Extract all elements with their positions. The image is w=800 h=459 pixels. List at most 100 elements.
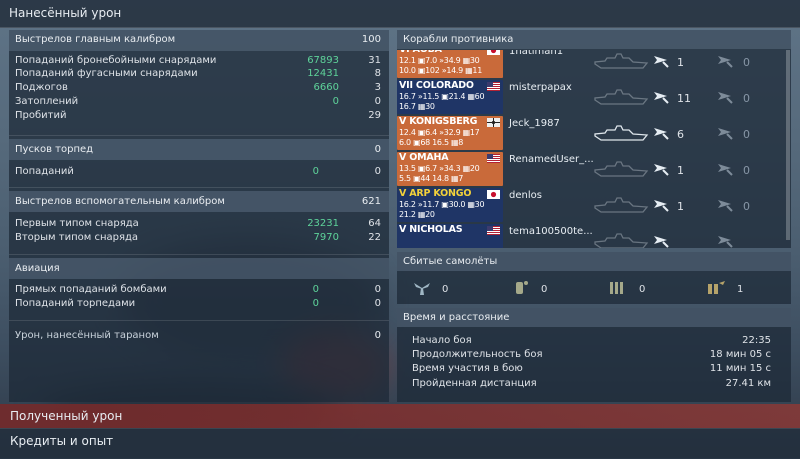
ship-tile: V KONIGSBERG 12.4 ▣6.4 »32.9 ▦17 6.0 ▣68 1… bbox=[397, 116, 503, 150]
torpedoes-total: 0 bbox=[374, 144, 381, 155]
credits-xp-tab[interactable]: Кредиты и опыт bbox=[0, 428, 800, 459]
received-damage-tab[interactable]: Полученный урон bbox=[0, 404, 800, 428]
row-count: 29 bbox=[368, 110, 381, 121]
hits-count: 1 bbox=[677, 56, 684, 69]
player-name: Jeck_1987 bbox=[509, 118, 560, 129]
ship-tile: V NICHOLAS bbox=[397, 224, 503, 248]
secondary-title: Выстрелов вспомогательным калибром bbox=[15, 196, 225, 207]
ship-stats-line: 10.0 ▣102 »14.9 ▦11 bbox=[399, 66, 483, 75]
ship-stats-line: 16.7 ▦30 bbox=[399, 102, 435, 111]
row-damage: 23231 bbox=[307, 218, 339, 229]
row-label: Затоплений bbox=[15, 96, 79, 107]
ship-stats-line: 12.4 ▣6.4 »32.9 ▦17 bbox=[399, 128, 480, 137]
torpedo-hits-count: 0 bbox=[743, 128, 750, 141]
player-name: tema100500te... bbox=[509, 226, 593, 237]
fighter-icon bbox=[412, 279, 432, 300]
player-name: 1hatiman1 bbox=[509, 50, 564, 57]
ram-title: Урон, нанесённый тараном bbox=[15, 330, 159, 341]
main-battery-title: Выстрелов главным калибром bbox=[15, 34, 176, 45]
row-damage: 6660 bbox=[313, 82, 339, 93]
enemy-ships-title: Корабли противника bbox=[403, 34, 514, 45]
time-row-value: 27.41 км bbox=[725, 378, 771, 389]
ship-name: VII COLORADO bbox=[399, 80, 474, 91]
row-count: 0 bbox=[374, 96, 381, 107]
ship-name: V OMAHA bbox=[399, 152, 449, 163]
dive-bomber-icon bbox=[607, 279, 627, 300]
row-label: Прямых попаданий бомбами bbox=[15, 284, 167, 295]
enemy-ship-row[interactable]: VI AOBA12.1 ▣7.0 »34.9 ▦3010.0 ▣102 »14.… bbox=[397, 50, 791, 80]
row-count: 0 bbox=[374, 166, 381, 177]
row-label: Пробитий bbox=[15, 110, 67, 121]
ship-name: V KONIGSBERG bbox=[399, 116, 478, 127]
row-damage: 0 bbox=[312, 284, 319, 295]
ship-list-scrollbar[interactable] bbox=[786, 50, 790, 240]
hits-count: 11 bbox=[677, 92, 691, 105]
row-count: 8 bbox=[374, 68, 381, 79]
time-distance-panel: Время и расстояние Начало боя 22:35 Прод… bbox=[397, 308, 791, 402]
enemy-ships-panel: Корабли противника VI AOBA12.1 ▣7.0 »34.… bbox=[397, 30, 791, 248]
hits-icon bbox=[651, 196, 671, 217]
hits-icon bbox=[651, 160, 671, 181]
hits-icon bbox=[651, 88, 671, 109]
torpedo-hits-icon bbox=[715, 88, 735, 109]
torpedo-hits-icon bbox=[715, 232, 735, 248]
torpedo-hits-icon bbox=[715, 196, 735, 217]
row-label: Попаданий bbox=[15, 166, 74, 177]
row-label: Попаданий торпедами bbox=[15, 298, 136, 309]
time-row-value: 11 мин 15 с bbox=[709, 363, 771, 374]
row-count: 22 bbox=[368, 232, 381, 243]
ship-silhouette-icon bbox=[593, 86, 649, 111]
page-title: Нанесённый урон bbox=[9, 6, 122, 20]
time-distance-title: Время и расстояние bbox=[403, 312, 510, 323]
torpedoes-title: Пусков торпед bbox=[15, 144, 94, 155]
divider bbox=[9, 135, 389, 136]
ship-stats-line: 12.1 ▣7.0 »34.9 ▦30 bbox=[399, 56, 480, 65]
torpedo-hits-icon bbox=[715, 52, 735, 73]
torpedo-hits-icon bbox=[715, 124, 735, 145]
time-row-label: Время участия в бою bbox=[412, 363, 523, 374]
ship-stats-line: 16.7 »11.5 ▣21.4 ▦60 bbox=[399, 92, 485, 101]
ship-name: V NICHOLAS bbox=[399, 224, 463, 235]
torpedo-hits-count: 0 bbox=[743, 92, 750, 105]
divider bbox=[9, 187, 389, 188]
hits-icon bbox=[651, 52, 671, 73]
enemy-ship-row[interactable]: V NICHOLAS tema100500te... bbox=[397, 224, 791, 248]
ship-tile: VI AOBA12.1 ▣7.0 »34.9 ▦3010.0 ▣102 »14.… bbox=[397, 50, 503, 78]
player-name: misterpapax bbox=[509, 82, 572, 93]
divider bbox=[9, 320, 389, 321]
ship-silhouette-icon bbox=[593, 158, 649, 183]
ship-tile: V OMAHA 13.5 ▣6.7 »34.3 ▦20 5.5 ▣44 14.8 ▦… bbox=[397, 152, 503, 186]
hits-icon bbox=[651, 124, 671, 145]
row-count: 3 bbox=[374, 82, 381, 93]
enemy-ship-row[interactable]: V ARP KONGO 16.2 »11.7 ▣30.0 ▦30 21.2 ▦20… bbox=[397, 188, 791, 224]
damage-dealt-header[interactable]: Нанесённый урон bbox=[0, 0, 800, 28]
time-row-value: 22:35 bbox=[742, 335, 771, 346]
enemy-ship-row[interactable]: V KONIGSBERG 12.4 ▣6.4 »32.9 ▦17 6.0 ▣68 1… bbox=[397, 116, 791, 152]
enemy-ship-row[interactable]: V OMAHA 13.5 ▣6.7 »34.3 ▦20 5.5 ▣44 14.8 ▦… bbox=[397, 152, 791, 188]
time-row-label: Пройденная дистанция bbox=[412, 378, 537, 389]
row-count: 31 bbox=[368, 55, 381, 66]
player-name: denlos bbox=[509, 190, 542, 201]
aircraft-count: 1 bbox=[737, 284, 744, 295]
ship-stats-line: 16.2 »11.7 ▣30.0 ▦30 bbox=[399, 200, 485, 209]
enemy-ship-list[interactable]: VI AOBA12.1 ▣7.0 »34.9 ▦3010.0 ▣102 »14.… bbox=[397, 50, 791, 248]
ship-silhouette-icon bbox=[593, 122, 649, 147]
aircraft-count: 0 bbox=[442, 284, 449, 295]
ship-tile: V ARP KONGO 16.2 »11.7 ▣30.0 ▦30 21.2 ▦20 bbox=[397, 188, 503, 222]
enemy-ship-row[interactable]: VII COLORADO 16.7 »11.5 ▣21.4 ▦60 16.7 ▦3… bbox=[397, 80, 791, 116]
row-count: 64 bbox=[368, 218, 381, 229]
row-label: Попаданий фугасными снарядами bbox=[15, 68, 198, 79]
damage-stats-panel: Выстрелов главным калибром 100 Попаданий… bbox=[9, 30, 389, 402]
ship-tile: VII COLORADO 16.7 »11.5 ▣21.4 ▦60 16.7 ▦3… bbox=[397, 80, 503, 114]
hits-count: 1 bbox=[677, 164, 684, 177]
hits-count: 1 bbox=[677, 200, 684, 213]
aviation-header bbox=[9, 258, 389, 279]
row-damage: 67893 bbox=[307, 55, 339, 66]
aircraft-panel: Сбитые самолёты 0 0 0 1 bbox=[397, 252, 791, 304]
player-name: RenamedUser_... bbox=[509, 154, 594, 165]
time-row-label: Продолжительность боя bbox=[412, 349, 543, 360]
torpedo-hits-count: 0 bbox=[743, 56, 750, 69]
time-row-label: Начало боя bbox=[412, 335, 472, 346]
secondary-total: 621 bbox=[361, 196, 381, 207]
ship-silhouette-icon bbox=[593, 194, 649, 219]
